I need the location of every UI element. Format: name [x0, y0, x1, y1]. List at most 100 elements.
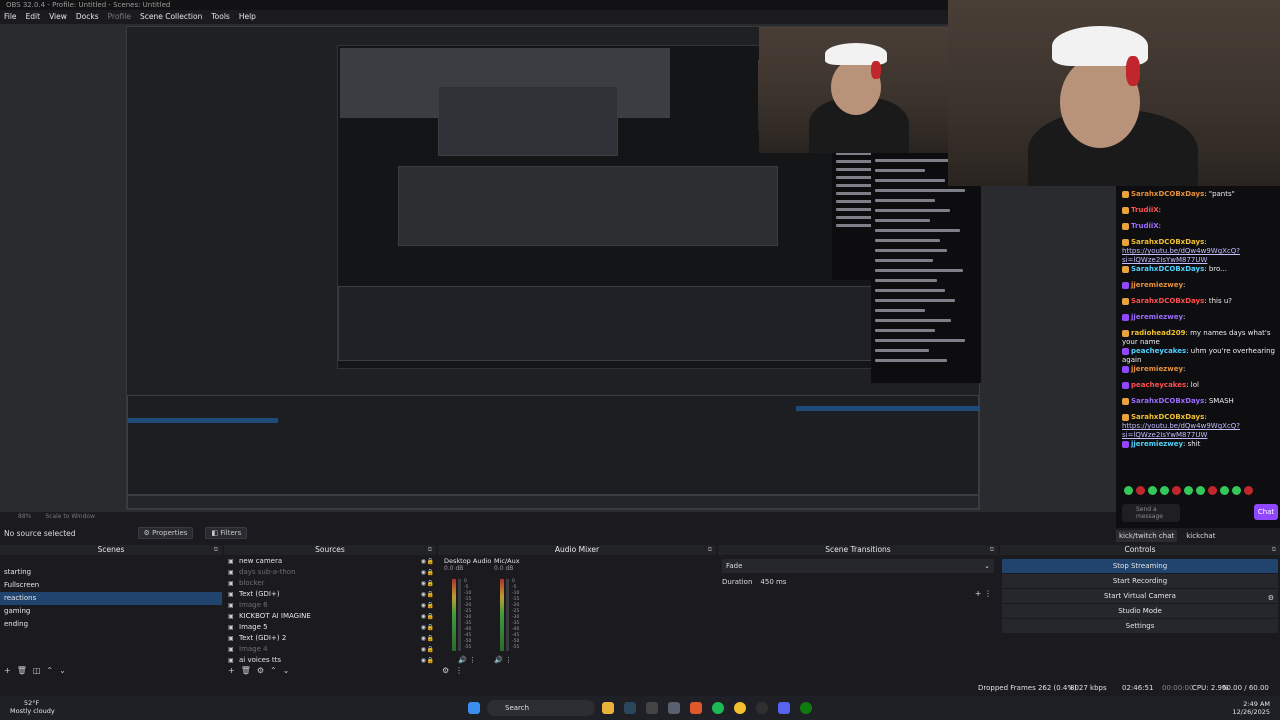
- menu-help[interactable]: Help: [239, 10, 256, 24]
- settings-icon[interactable]: [668, 702, 680, 714]
- studio-mode-button[interactable]: Studio Mode: [1002, 604, 1278, 618]
- settings-button[interactable]: Settings: [1002, 619, 1278, 633]
- lock-icon[interactable]: 🔒: [427, 567, 434, 578]
- filters-button[interactable]: ◧ Filters: [205, 527, 248, 539]
- transition-select[interactable]: Fade ⌄: [722, 559, 994, 573]
- preview-canvas[interactable]: [0, 0, 1280, 512]
- chat-link[interactable]: https://youtu.be/dQw4w9WgXcQ?si=lQWze2Is…: [1122, 247, 1240, 264]
- windows-start-icon[interactable]: [468, 702, 480, 714]
- speaker-icon[interactable]: 🔊 ⋮: [458, 656, 476, 664]
- chat-username[interactable]: jjeremiezwey: [1131, 365, 1183, 373]
- eye-icon[interactable]: ◉: [421, 556, 426, 567]
- chat-username[interactable]: TrudiiX: [1131, 222, 1159, 230]
- source-item[interactable]: ▣ Text (GDI+) ◉ 🔒: [224, 589, 436, 600]
- trash-icon[interactable]: 🗑: [17, 665, 27, 677]
- move-down-icon[interactable]: ⌄: [283, 665, 290, 677]
- scene-item-ending[interactable]: ending: [0, 618, 222, 631]
- eye-icon[interactable]: ◉: [421, 644, 426, 655]
- source-item[interactable]: ▣ blocker ◉ 🔒: [224, 578, 436, 589]
- filter-icon[interactable]: ◫: [33, 665, 41, 677]
- chat-username[interactable]: jjeremiezwey: [1131, 313, 1183, 321]
- chat-username[interactable]: jjeremiezwey: [1131, 440, 1183, 448]
- move-down-icon[interactable]: ⌄: [59, 665, 66, 677]
- chat-username[interactable]: peacheycakes: [1131, 347, 1186, 355]
- volume-fader[interactable]: [506, 579, 509, 651]
- move-up-icon[interactable]: ⌃: [46, 665, 53, 677]
- brave-icon[interactable]: [690, 702, 702, 714]
- scene-item-gaming[interactable]: gaming: [0, 605, 222, 618]
- duration-input[interactable]: 450 ms: [760, 575, 786, 589]
- kebab-icon[interactable]: ⋮: [455, 665, 463, 677]
- menu-view[interactable]: View: [49, 10, 67, 24]
- lock-icon[interactable]: 🔒: [427, 578, 434, 589]
- scene-item-starting[interactable]: starting: [0, 566, 222, 579]
- file-explorer-icon[interactable]: [602, 702, 614, 714]
- chat-username[interactable]: peacheycakes: [1131, 381, 1186, 389]
- emote-icon[interactable]: [1220, 486, 1229, 495]
- lock-icon[interactable]: 🔒: [427, 600, 434, 611]
- source-item[interactable]: ▣ new camera ◉ 🔒: [224, 556, 436, 567]
- source-item[interactable]: ▣ Image 5 ◉ 🔒: [224, 622, 436, 633]
- tab-kickchat[interactable]: kickchat: [1183, 530, 1218, 542]
- dock-float-icon[interactable]: ⧉: [708, 545, 712, 555]
- emote-icon[interactable]: [1232, 486, 1241, 495]
- lock-icon[interactable]: 🔒: [427, 556, 434, 567]
- add-icon[interactable]: +: [228, 665, 235, 677]
- emote-icon[interactable]: [1244, 486, 1253, 495]
- start-virtual-camera-button[interactable]: Start Virtual Camera: [1002, 589, 1278, 603]
- dock-float-icon[interactable]: ⧉: [428, 545, 432, 555]
- mixer-settings-icon[interactable]: ⚙: [442, 665, 449, 677]
- chat-username[interactable]: SarahxDCOBxDays: [1131, 297, 1204, 305]
- taskbar-search[interactable]: Search: [487, 700, 595, 716]
- volume-fader[interactable]: [458, 579, 461, 651]
- source-item[interactable]: ▣ Image 4 ◉ 🔒: [224, 644, 436, 655]
- menu-profile[interactable]: Profile: [108, 10, 131, 24]
- eye-icon[interactable]: ◉: [421, 633, 426, 644]
- move-up-icon[interactable]: ⌃: [270, 665, 277, 677]
- chat-username[interactable]: SarahxDCOBxDays: [1131, 397, 1204, 405]
- lock-icon[interactable]: 🔒: [427, 589, 434, 600]
- taskbar-clock[interactable]: 2:49 AM 12/26/2025: [1233, 700, 1270, 716]
- chat-username[interactable]: radiohead209: [1131, 329, 1185, 337]
- eye-icon[interactable]: ◉: [421, 655, 426, 666]
- scale-mode[interactable]: Scale to Window: [45, 513, 95, 523]
- emote-icon[interactable]: [1208, 486, 1217, 495]
- add-icon[interactable]: +: [4, 665, 11, 677]
- gear-icon[interactable]: ⚙: [257, 665, 264, 677]
- lock-icon[interactable]: 🔒: [427, 644, 434, 655]
- chat-username[interactable]: SarahxDCOBxDays: [1131, 265, 1204, 273]
- properties-button[interactable]: ⚙ Properties: [137, 527, 194, 539]
- add-icon[interactable]: +: [975, 589, 982, 598]
- lock-icon[interactable]: 🔒: [427, 655, 434, 666]
- stop-streaming-button[interactable]: Stop Streaming: [1002, 559, 1278, 573]
- source-item[interactable]: ▣ days sub-a-thon ◉ 🔒: [224, 567, 436, 578]
- speaker-icon[interactable]: 🔊 ⋮: [494, 656, 512, 664]
- chrome-icon[interactable]: [734, 702, 746, 714]
- discord-icon[interactable]: [778, 702, 790, 714]
- eye-icon[interactable]: ◉: [421, 578, 426, 589]
- source-item[interactable]: ▣ Text (GDI+) 2 ◉ 🔒: [224, 633, 436, 644]
- tab-kick-twitch-chat[interactable]: kick/twitch chat: [1116, 530, 1178, 542]
- source-item[interactable]: ▣ KICKBOT AI IMAGINE ◉ 🔒: [224, 611, 436, 622]
- menu-docks[interactable]: Docks: [76, 10, 99, 24]
- eye-icon[interactable]: ◉: [421, 600, 426, 611]
- chat-username[interactable]: TrudiiX: [1131, 206, 1159, 214]
- chat-username[interactable]: jjeremiezwey: [1131, 281, 1183, 289]
- obs-icon[interactable]: [756, 702, 768, 714]
- eye-icon[interactable]: ◉: [421, 622, 426, 633]
- emote-icon[interactable]: [1160, 486, 1169, 495]
- eye-icon[interactable]: ◉: [421, 567, 426, 578]
- virtual-camera-gear-icon[interactable]: ⚙: [1268, 594, 1274, 602]
- app-icon[interactable]: [646, 702, 658, 714]
- steam-icon[interactable]: [624, 702, 636, 714]
- chat-link[interactable]: https://youtu.be/dQw4w9WgXcQ?si=lQWze2Is…: [1122, 422, 1240, 439]
- emote-icon[interactable]: [1196, 486, 1205, 495]
- zoom-level[interactable]: 88%: [18, 513, 31, 523]
- chat-username[interactable]: SarahxDCOBxDays: [1131, 413, 1204, 421]
- menu-file[interactable]: File: [4, 10, 17, 24]
- lock-icon[interactable]: 🔒: [427, 622, 434, 633]
- emote-icon[interactable]: [1136, 486, 1145, 495]
- chat-send-button[interactable]: Chat: [1254, 504, 1278, 520]
- emote-icon[interactable]: [1148, 486, 1157, 495]
- kebab-icon[interactable]: ⋮: [984, 589, 992, 598]
